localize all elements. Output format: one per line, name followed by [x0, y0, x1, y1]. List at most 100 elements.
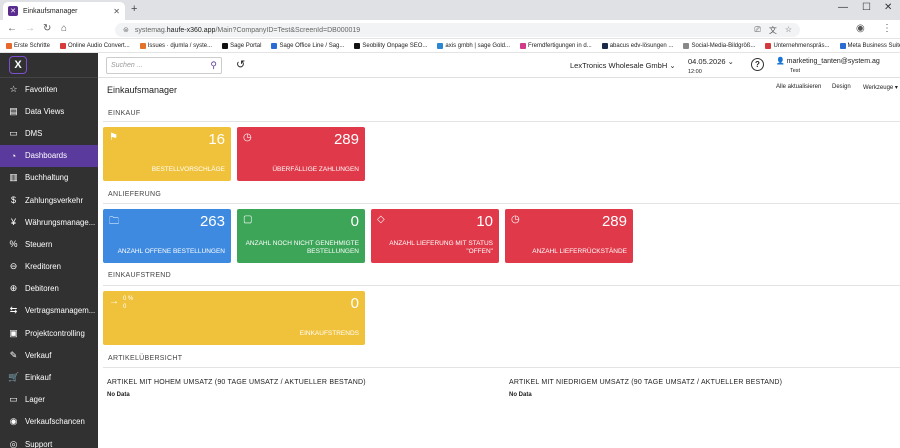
x360-logo-icon: X: [9, 56, 27, 74]
sidebar-item-dashboards[interactable]: ◔ Dashboards: [0, 144, 98, 167]
sidebar-item-label: Debitoren: [25, 284, 59, 294]
url-host: haufe-x360.app: [166, 26, 216, 34]
user-icon: 👤: [776, 58, 785, 65]
bookmark-favicon-icon: [271, 42, 278, 49]
translate-icon[interactable]: 文: [769, 25, 777, 36]
bookmark-favicon-icon: [139, 42, 146, 49]
sidebar-item-verkaufschancen[interactable]: ◉ Verkaufschancen: [0, 411, 98, 433]
tile-einkaufstrends[interactable]: → 0 % 0 0 EINKAUFSTRENDS: [103, 291, 365, 345]
refresh-all-button[interactable]: Alle aktualisieren: [776, 84, 821, 90]
sidebar-item-buchhaltung[interactable]: ▥ Buchhaltung: [0, 167, 98, 189]
search-placeholder: Suchen ...: [111, 62, 143, 69]
tile-lieferrueckstaende[interactable]: ◷ 289 ANZAHL LIEFERRÜCKSTÄNDE: [505, 209, 633, 263]
minimize-icon[interactable]: —: [838, 2, 848, 13]
bookmark-item[interactable]: Issues · djumla / syste...: [139, 42, 212, 49]
bookmark-item[interactable]: Sage Portal: [222, 42, 261, 49]
bookmark-item[interactable]: Fremdfertigungen in d...: [520, 42, 592, 49]
sidebar-item-support[interactable]: ◎ Support: [0, 433, 98, 448]
bookmark-favicon-icon: [60, 42, 67, 49]
sidebar-item-kreditoren[interactable]: ⊖ Kreditoren: [0, 256, 98, 278]
history-icon[interactable]: ↺: [236, 58, 245, 71]
url-field[interactable]: ⊜ systemag.haufe-x360.app/Main?CompanyID…: [115, 23, 800, 37]
back-icon[interactable]: ←: [7, 23, 17, 34]
home-icon[interactable]: ⌂: [61, 23, 67, 34]
bookmark-star-icon[interactable]: ☆: [785, 25, 792, 36]
site-info-icon[interactable]: ⊜: [123, 26, 129, 34]
sidebar: X ☆ Favoriten ▤ Data Views ▭ DMS ◔ Dashboards ▥ B…: [0, 53, 98, 448]
user-tenant: Test: [790, 68, 801, 74]
sidebar-item-einkauf[interactable]: 🛒 Einkauf: [0, 366, 98, 388]
tile-label: EINKAUFSTRENDS: [299, 330, 359, 337]
sidebar-item-label: Verkauf: [25, 350, 52, 360]
tab-close-icon[interactable]: ✕: [113, 7, 120, 16]
bookmark-item[interactable]: Unternehmenspräs...: [765, 42, 830, 49]
bookmark-item[interactable]: Seobility Onpage SEO...: [354, 42, 427, 49]
reload-icon[interactable]: ↻: [43, 23, 51, 34]
bookmark-favicon-icon: [683, 42, 690, 49]
tile-label: ÜBERFÄLLIGE ZAHLUNGEN: [272, 166, 359, 173]
tile-label: BESTELLVORSCHLÄGE: [151, 166, 225, 173]
sidebar-item-label: Support: [25, 439, 53, 448]
profile-icon[interactable]: ◉: [856, 23, 865, 34]
tile-label: ANZAHL LIEFERUNG MIT STATUS "OFFEN": [389, 240, 493, 255]
bookmark-item[interactable]: Sage Office Line / Sag...: [271, 42, 345, 49]
app-topbar: Suchen ... ⚲ ↺ LexTronics Wholesale GmbH…: [98, 53, 900, 78]
tile-value: 263: [199, 213, 225, 230]
date-selector[interactable]: 04.05.2026 ⌄ 12:00: [688, 57, 734, 77]
sidebar-item-verkauf[interactable]: ✎ Verkauf: [0, 344, 98, 366]
close-window-icon[interactable]: ✕: [884, 2, 892, 13]
folder-icon: 🗀: [109, 216, 119, 227]
sidebar-item-label: Kreditoren: [25, 262, 61, 272]
app-logo[interactable]: X: [0, 53, 98, 78]
forward-icon[interactable]: →: [25, 23, 35, 34]
bookmark-item[interactable]: axis gmbh | sage Gold...: [437, 42, 510, 49]
tile-label: ANZAHL OFFENE BESTELLUNGEN: [117, 248, 225, 255]
company-selector[interactable]: LexTronics Wholesale GmbH ⌄: [570, 61, 676, 70]
sidebar-item-icon: %: [9, 239, 18, 250]
tile-lieferung-status-offen[interactable]: ◇ 10 ANZAHL LIEFERUNG MIT STATUS "OFFEN": [371, 209, 499, 263]
design-button[interactable]: Design: [832, 84, 851, 90]
bookmark-item[interactable]: abacus edv-lösungen ...: [601, 42, 674, 49]
bookmark-label: abacus edv-lösungen ...: [609, 42, 674, 49]
sidebar-item-projektcontrolling[interactable]: ▣ Projektcontrolling: [0, 322, 98, 344]
bookmark-item[interactable]: Social-Media-Bildgröß...: [683, 42, 755, 49]
tile-ueberfaellige-zahlungen[interactable]: ◷ 289 ÜBERFÄLLIGE ZAHLUNGEN: [237, 127, 365, 181]
sidebar-item-steuern[interactable]: % Steuern: [0, 233, 98, 255]
sidebar-item-lager[interactable]: ▭ Lager: [0, 389, 98, 411]
bookmark-item[interactable]: Online Audio Convert...: [60, 42, 130, 49]
tile-nicht-genehmigte-bestellungen[interactable]: ▢ 0 ANZAHL NOCH NICHT GENEHMIGTE BESTELL…: [237, 209, 365, 263]
bookmark-item[interactable]: Erste Schritte: [6, 42, 50, 49]
tile-offene-bestellungen[interactable]: 🗀 263 ANZAHL OFFENE BESTELLUNGEN: [103, 209, 231, 263]
sidebar-item-dms[interactable]: ▭ DMS: [0, 122, 98, 144]
browser-menu-icon[interactable]: ⋮: [882, 23, 892, 34]
tile-bestellvorschlaege[interactable]: ⚑ 16 BESTELLVORSCHLÄGE: [103, 127, 231, 181]
tools-button[interactable]: Werkzeuge ▾: [863, 84, 898, 91]
tools-label: Werkzeuge: [863, 85, 894, 91]
bookmarks-bar: Erste Schritte Online Audio Convert... Iss…: [0, 39, 900, 53]
user-menu[interactable]: 👤 marketing_tanten@system.ag Test: [776, 57, 880, 76]
sidebar-item-vertragsmanagem[interactable]: ⇆ Vertragsmanagem...: [0, 300, 98, 322]
sidebar-item-zahlungsverkehr[interactable]: $ Zahlungsverkehr: [0, 189, 98, 211]
sidebar-item-label: Favoriten: [25, 84, 58, 94]
bookmark-favicon-icon: [222, 42, 229, 49]
help-icon[interactable]: ?: [751, 58, 764, 71]
install-app-icon[interactable]: ⎚: [754, 25, 760, 36]
bookmark-label: Fremdfertigungen in d...: [528, 42, 592, 49]
sidebar-item-label: Buchhaltung: [25, 173, 69, 183]
bookmark-label: Sage Office Line / Sag...: [279, 42, 345, 49]
sidebar-item-währungsmanage[interactable]: ¥ Währungsmanage...: [0, 211, 98, 233]
bookmark-label: Meta Business Suite: [847, 42, 900, 49]
browser-tab[interactable]: ✕ Einkaufsmanager ✕: [3, 2, 125, 20]
search-input[interactable]: Suchen ... ⚲: [106, 57, 222, 74]
tile-value: 289: [601, 213, 627, 230]
low-turnover-nodata: No Data: [509, 392, 532, 398]
bookmark-item[interactable]: Meta Business Suite: [839, 42, 900, 49]
sidebar-item-favoriten[interactable]: ☆ Favoriten: [0, 78, 98, 100]
bookmark-favicon-icon: [354, 42, 361, 49]
search-icon[interactable]: ⚲: [210, 60, 217, 71]
new-tab-button[interactable]: +: [131, 3, 137, 15]
sidebar-item-icon: ◉: [9, 416, 18, 427]
sidebar-item-data-views[interactable]: ▤ Data Views: [0, 100, 98, 122]
maximize-icon[interactable]: ☐: [862, 2, 871, 13]
sidebar-item-debitoren[interactable]: ⊕ Debitoren: [0, 278, 98, 300]
